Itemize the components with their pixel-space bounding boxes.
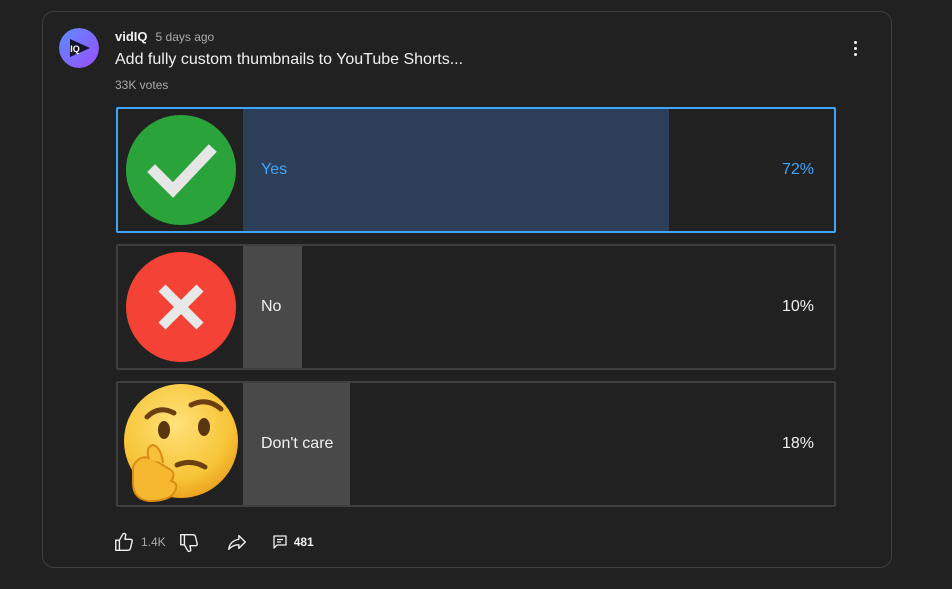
- channel-name[interactable]: vidIQ: [115, 29, 148, 44]
- poll-option-percent: 72%: [781, 161, 814, 178]
- like-button[interactable]: 1.4K: [113, 531, 178, 553]
- check-mark-icon: [125, 115, 236, 225]
- share-button[interactable]: [226, 531, 248, 553]
- vote-count: 33K votes: [115, 78, 169, 92]
- poll-option-label: Yes: [261, 161, 288, 178]
- comment-icon: [273, 535, 287, 549]
- cross-mark-icon: [125, 252, 236, 362]
- post-actions: 1.4K 481: [113, 529, 314, 555]
- poll-option-dont-care[interactable]: Don't care 18%: [116, 381, 836, 507]
- poll-option-label: Don't care: [261, 435, 334, 452]
- poll-option-percent: 18%: [781, 435, 814, 452]
- community-post-card: IQ vidIQ 5 days ago Add fully custom thu…: [42, 11, 892, 568]
- poll-result-bar: [243, 109, 669, 231]
- thumbs-up-icon: [115, 532, 133, 551]
- thinking-face-icon: [123, 384, 238, 503]
- poll-option-percent: 10%: [781, 298, 814, 315]
- more-options-dot: [853, 40, 857, 44]
- like-count: 1.4K: [141, 535, 166, 549]
- post-time[interactable]: 5 days ago: [156, 30, 215, 44]
- poll-option-image: [118, 383, 243, 505]
- post-header: vidIQ 5 days ago: [115, 29, 214, 44]
- more-options-button[interactable]: [843, 36, 867, 60]
- dislike-button[interactable]: [178, 531, 200, 553]
- poll-option-image: [118, 246, 243, 368]
- comment-count: 481: [293, 535, 314, 549]
- vidiq-logo-icon: IQ: [59, 28, 99, 68]
- more-options-dot: [853, 46, 857, 50]
- svg-text:IQ: IQ: [70, 44, 80, 54]
- share-icon: [227, 534, 246, 551]
- channel-avatar[interactable]: IQ: [59, 28, 99, 68]
- poll-option-image: [118, 109, 243, 231]
- poll-option-no[interactable]: No 10%: [116, 244, 836, 370]
- poll-option-label: No: [261, 298, 282, 315]
- post-title: Add fully custom thumbnails to YouTube S…: [115, 51, 464, 68]
- comments-button[interactable]: 481: [272, 534, 314, 550]
- poll-option-yes[interactable]: Yes 72%: [116, 107, 836, 233]
- more-options-dot: [853, 52, 857, 56]
- thumbs-down-icon: [179, 533, 198, 553]
